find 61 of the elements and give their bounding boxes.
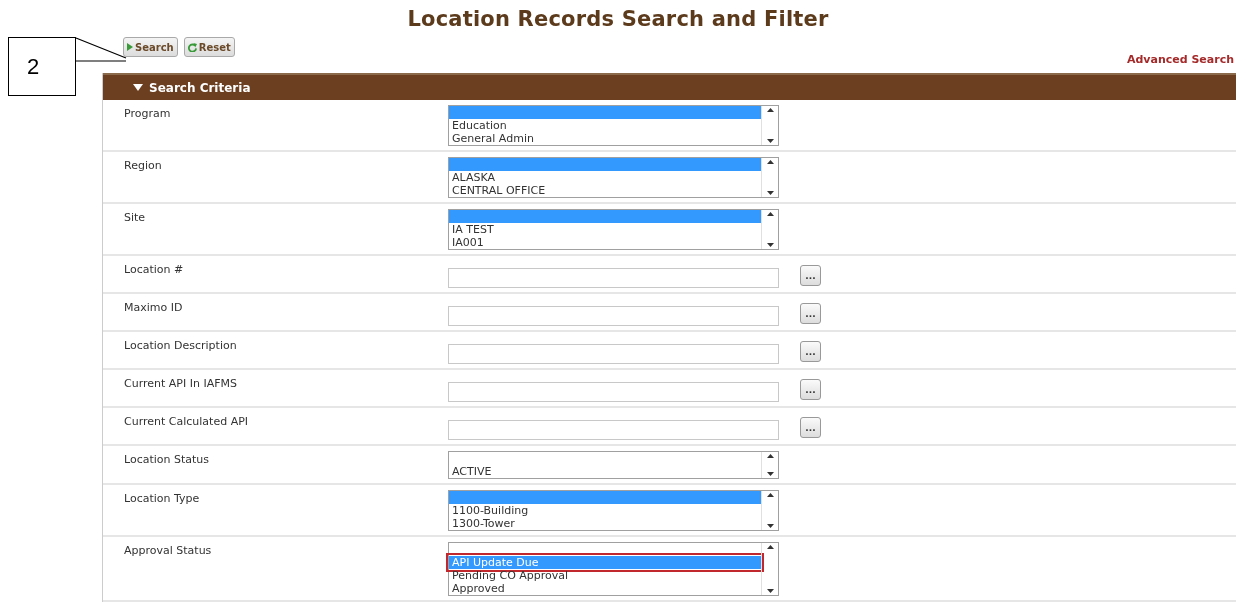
- list-box[interactable]: 1100-Building 1300-Tower: [448, 490, 779, 531]
- list-option[interactable]: 1300-Tower: [449, 517, 761, 530]
- scroll-down-icon[interactable]: [766, 524, 774, 528]
- list-option[interactable]: IA001: [449, 236, 761, 249]
- collapse-arrow-icon[interactable]: [133, 84, 143, 91]
- list-option[interactable]: 1100-Building: [449, 504, 761, 517]
- advanced-search-link[interactable]: Advanced Search: [1126, 53, 1234, 66]
- field-label: Maximo ID: [123, 300, 184, 314]
- panel-title: Search Criteria: [149, 80, 251, 95]
- field-label: Approval Status: [123, 543, 213, 557]
- list-option[interactable]: Education: [449, 119, 761, 132]
- lookup-button[interactable]: ...: [800, 303, 821, 324]
- list-option[interactable]: ALASKA: [449, 171, 761, 184]
- scroll-up-icon[interactable]: [766, 160, 774, 164]
- input-field[interactable]: [448, 306, 779, 326]
- list-box[interactable]: ACTIVE: [448, 451, 779, 479]
- lookup-button[interactable]: ...: [800, 379, 821, 400]
- list-option[interactable]: IA TEST: [449, 223, 761, 236]
- page-title: Location Records Search and Filter: [406, 6, 830, 33]
- field-label: Location Description: [123, 338, 238, 352]
- list-box[interactable]: API Update Due Pending CO Approval Approved: [448, 542, 779, 596]
- scroll-down-icon[interactable]: [766, 589, 774, 593]
- field-label: Location Status: [123, 452, 211, 466]
- field-label: Current API In IAFMS: [123, 376, 238, 390]
- arrow-icon: [127, 43, 133, 51]
- scroll-up-icon[interactable]: [766, 493, 774, 497]
- list-box[interactable]: Education General Admin: [448, 105, 779, 146]
- input-field[interactable]: [448, 268, 779, 288]
- field-label: Location Type: [123, 491, 201, 505]
- scroll-up-icon[interactable]: [766, 454, 774, 458]
- search-button[interactable]: Search: [123, 37, 178, 57]
- refresh-icon: [187, 42, 197, 52]
- list-option[interactable]: Approved: [449, 582, 761, 595]
- list-box[interactable]: ALASKA CENTRAL OFFICE: [448, 157, 779, 198]
- scroll-down-icon[interactable]: [766, 191, 774, 195]
- reset-button[interactable]: Reset: [183, 37, 235, 57]
- scroll-up-icon[interactable]: [766, 108, 774, 112]
- field-label: Region: [123, 158, 163, 172]
- panel-header[interactable]: Search Criteria: [103, 73, 1236, 100]
- lookup-button[interactable]: ...: [800, 417, 821, 438]
- input-field[interactable]: [448, 382, 779, 402]
- list-option[interactable]: Pending CO Approval: [449, 569, 761, 582]
- lookup-button[interactable]: ...: [800, 341, 821, 362]
- field-label: Site: [123, 210, 147, 224]
- list-option[interactable]: CENTRAL OFFICE: [449, 184, 761, 197]
- list-box[interactable]: IA TEST IA001: [448, 209, 779, 250]
- scroll-down-icon[interactable]: [766, 472, 774, 476]
- scroll-down-icon[interactable]: [766, 243, 774, 247]
- scroll-up-icon[interactable]: [766, 545, 774, 549]
- list-option[interactable]: ACTIVE: [449, 465, 761, 478]
- field-label: Program: [123, 106, 172, 120]
- callout-number: 2: [8, 37, 76, 96]
- input-field[interactable]: [448, 344, 779, 364]
- callout-pointer-drawing: [75, 37, 127, 62]
- lookup-button[interactable]: ...: [800, 265, 821, 286]
- input-field[interactable]: [448, 420, 779, 440]
- scroll-up-icon[interactable]: [766, 212, 774, 216]
- list-option[interactable]: General Admin: [449, 132, 761, 145]
- field-label: Location #: [123, 262, 185, 276]
- scroll-down-icon[interactable]: [766, 139, 774, 143]
- field-label: Current Calculated API: [123, 414, 250, 428]
